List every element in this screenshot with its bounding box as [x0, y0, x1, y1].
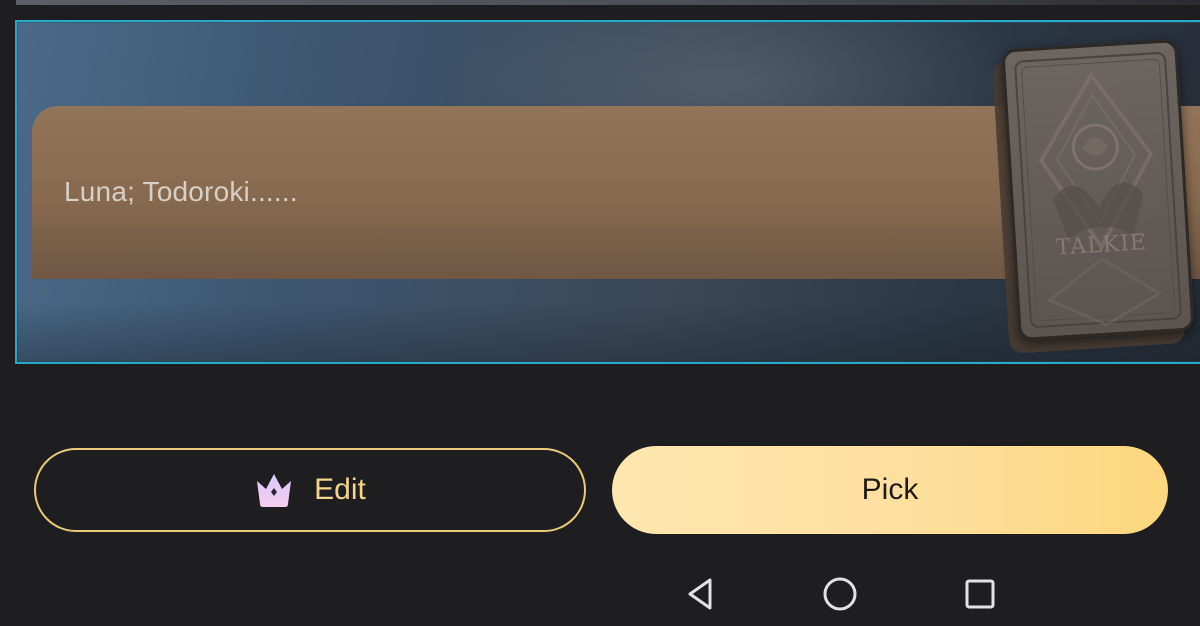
- action-buttons-row: Edit Pick: [0, 446, 1200, 536]
- character-names: Luna; Todoroki......: [64, 176, 298, 207]
- recents-square-icon[interactable]: [958, 572, 1002, 616]
- pick-button-label: Pick: [861, 473, 919, 506]
- card-art-label: TALKIE: [1055, 230, 1148, 261]
- edit-button[interactable]: Edit: [34, 448, 586, 532]
- crown-icon: [254, 471, 294, 509]
- back-triangle-icon[interactable]: [678, 572, 722, 616]
- talkie-card-art: TALKIE: [992, 38, 1195, 354]
- previous-card-edge: [16, 0, 1200, 5]
- pick-button[interactable]: Pick: [612, 446, 1168, 534]
- card-face: TALKIE: [1001, 38, 1195, 342]
- screen-root: Luna; Todoroki...... TALKIE Edit Pick: [0, 0, 1200, 626]
- edit-button-label: Edit: [314, 473, 366, 506]
- home-circle-icon[interactable]: [818, 572, 862, 616]
- card-emblem: TALKIE: [1014, 52, 1182, 328]
- system-navigation-bar: [0, 560, 1200, 626]
